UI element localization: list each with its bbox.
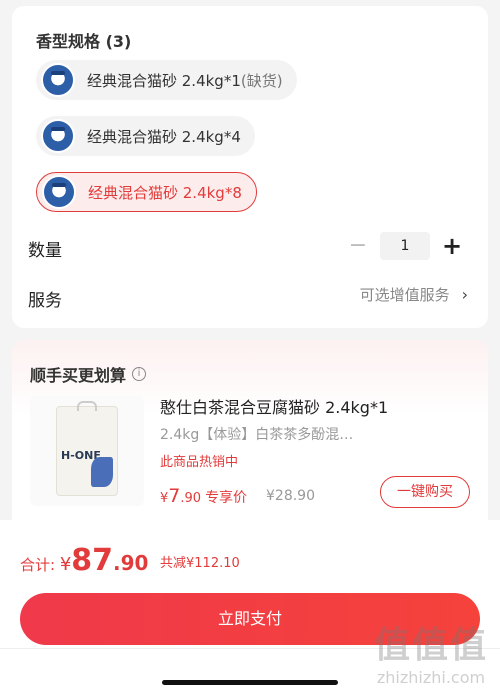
spec-option-label: 经典混合猫砂 2.4kg*4 [87, 127, 241, 146]
quantity-label: 数量 [28, 241, 62, 261]
service-label: 服务 [28, 291, 62, 311]
hot-selling-label: 此商品热销中 [160, 455, 239, 470]
spec-option-label: 经典混合猫砂 2.4kg*8 [88, 183, 242, 202]
watermark-chars: 值值值 [373, 625, 488, 666]
exclusive-price-tag: 专享价 [205, 490, 248, 506]
bundle-title-row: 顺手买更划算 i [30, 362, 147, 386]
chevron-right-icon: › [461, 285, 468, 304]
watermark-site: zhizhizhi.com [376, 668, 486, 687]
spec-option-label: 经典混合猫砂 2.4kg*1 [87, 71, 241, 90]
service-value: 可选增值服务 [359, 286, 450, 304]
total-price: 合计: ¥87.90 [20, 543, 149, 578]
product-name[interactable]: 憨仕白茶混合豆腐猫砂 2.4kg*1 [160, 394, 388, 418]
spec-title: 香型规格 (3) [36, 32, 132, 51]
quantity-input[interactable]: 1 [380, 232, 430, 260]
bundle-card: 顺手买更划算 i H-ONE 憨仕白茶混合豆腐猫砂 2.4kg*1 2.4kg【… [12, 340, 488, 530]
total-label: 合计: [20, 556, 60, 574]
watermark: 值值值 zhizhizhi.com [374, 616, 488, 687]
product-image[interactable]: H-ONE [30, 396, 144, 506]
total-saving: 共减¥112.10 [160, 556, 240, 571]
plus-button[interactable]: + [442, 234, 462, 258]
info-icon[interactable]: i [132, 367, 147, 381]
bundle-title: 顺手买更划算 [30, 366, 127, 385]
spec-card: 香型规格 (3) 经典混合猫砂 2.4kg*1(缺货) 经典混合猫砂 2.4kg… [12, 6, 488, 328]
product-thumbnail [41, 63, 75, 97]
one-click-buy-button[interactable]: 一键购买 [380, 476, 470, 508]
product-bag-illustration: H-ONE [56, 401, 118, 496]
product-price: ¥7.90 专享价 [160, 485, 248, 507]
service-selector[interactable]: 可选增值服务 › [360, 284, 468, 305]
spec-option-2[interactable]: 经典混合猫砂 2.4kg*4 [36, 116, 255, 156]
original-price: ¥28.90 [266, 488, 315, 504]
product-thumbnail [41, 119, 75, 153]
checkout-bar: 合计: ¥87.90 共减¥112.10 立即支付 值值值 zhizhizhi.… [0, 520, 500, 696]
spec-option-1[interactable]: 经典混合猫砂 2.4kg*1(缺货) [36, 60, 297, 100]
spec-option-3-selected[interactable]: 经典混合猫砂 2.4kg*8 [36, 172, 257, 212]
out-of-stock-label: (缺货) [240, 71, 283, 90]
product-description: 2.4kg【体验】白茶茶多酚混… [160, 427, 354, 443]
minus-button[interactable]: − [348, 235, 368, 257]
product-thumbnail [42, 175, 76, 209]
quantity-stepper: − 1 + [348, 232, 462, 260]
home-indicator[interactable] [162, 680, 338, 685]
